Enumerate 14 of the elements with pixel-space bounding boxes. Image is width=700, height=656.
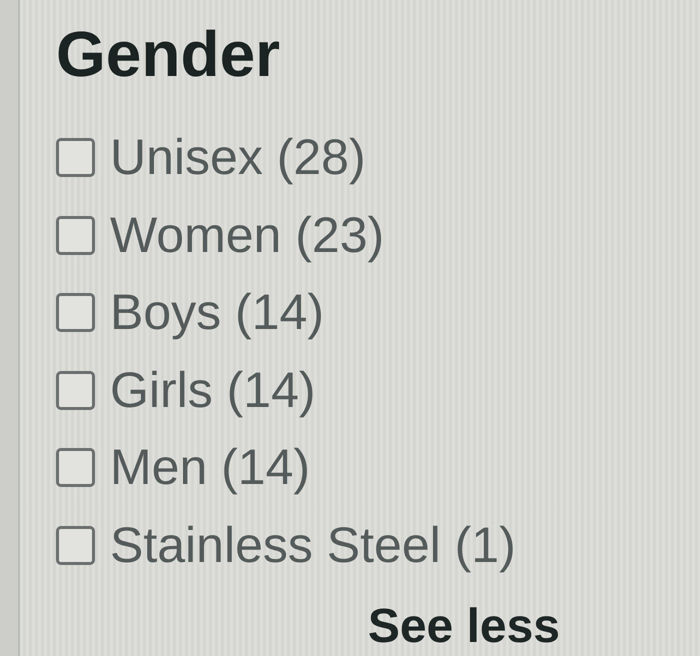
checkbox[interactable] [56, 448, 95, 488]
option-label[interactable]: Stainless Steel (1) [110, 506, 516, 584]
checkbox[interactable] [56, 216, 95, 255]
see-less-link[interactable]: See less [368, 603, 560, 651]
option-label[interactable]: Boys (14) [110, 274, 324, 352]
checkbox[interactable] [56, 370, 95, 410]
checkbox[interactable] [56, 526, 95, 565]
option-label[interactable]: Men (14) [110, 429, 310, 506]
checkbox[interactable] [56, 293, 95, 332]
filter-title: Gender [56, 22, 280, 86]
option-label[interactable]: Women (23) [110, 196, 384, 274]
option-label[interactable]: Girls (14) [110, 352, 316, 429]
option-label[interactable]: Unisex (28) [110, 119, 366, 196]
checkbox[interactable] [56, 138, 95, 178]
